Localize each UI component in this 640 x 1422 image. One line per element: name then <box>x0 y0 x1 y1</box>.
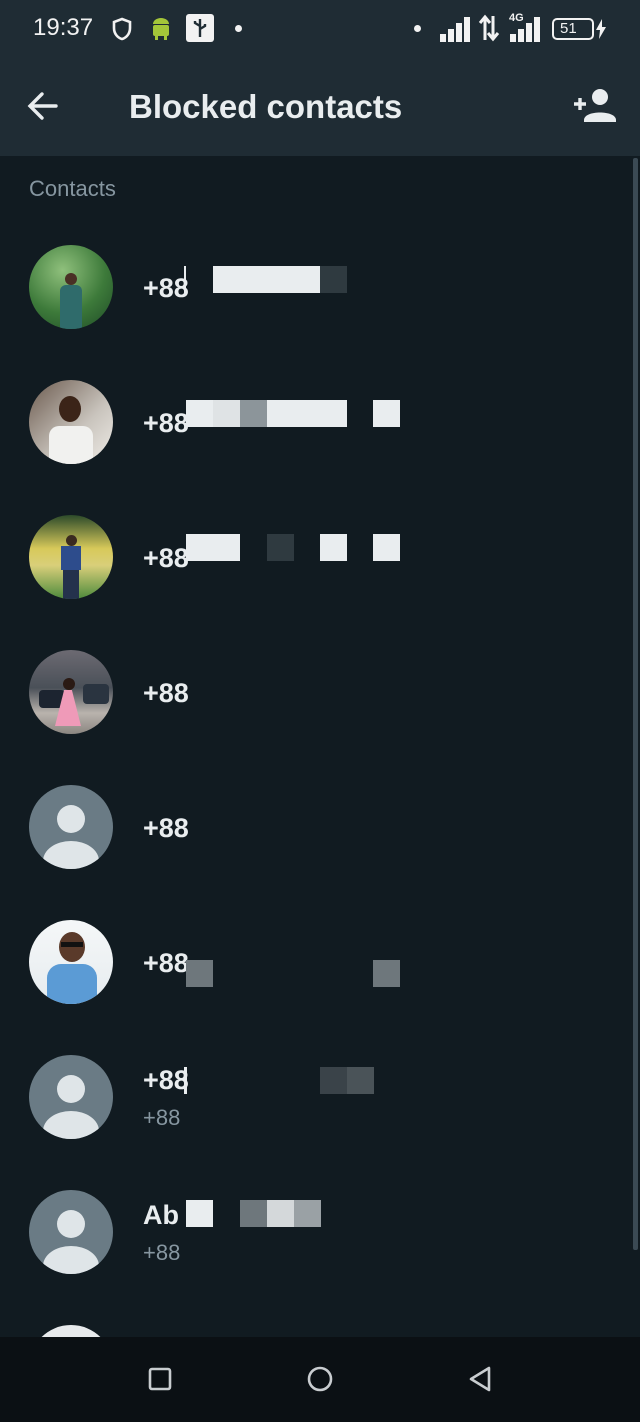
default-avatar-icon <box>29 1055 113 1139</box>
list-item[interactable]: +88 <box>0 353 630 488</box>
back-triangle-icon[interactable] <box>460 1359 500 1399</box>
avatar <box>29 650 113 734</box>
censored-block <box>184 1067 187 1094</box>
page-title: Blocked contacts <box>129 88 403 125</box>
scrollbar[interactable] <box>633 158 638 1250</box>
censored-block <box>186 534 240 561</box>
censored-block <box>240 400 267 427</box>
home-circle-icon[interactable] <box>300 1359 340 1399</box>
data-arrows-icon <box>478 14 500 42</box>
censored-block <box>213 400 240 427</box>
censored-block <box>373 400 400 427</box>
list-item[interactable]: Ab +88 <box>0 1163 630 1298</box>
contact-name: +88 <box>143 408 189 438</box>
add-contact-icon[interactable] <box>570 84 620 128</box>
avatar <box>29 380 113 464</box>
arrow-back-icon[interactable] <box>22 84 66 128</box>
list-item[interactable]: +88 <box>0 623 630 758</box>
censored-block <box>320 1067 347 1094</box>
contact-name: +88 <box>143 678 189 708</box>
avatar <box>29 245 113 329</box>
signal-icon <box>440 17 470 42</box>
censored-block <box>320 266 347 293</box>
contact-name: +88 <box>143 948 189 978</box>
contact-name: +88 <box>143 813 189 843</box>
censored-block <box>267 400 347 427</box>
censored-block <box>320 534 347 561</box>
censored-block <box>186 960 213 987</box>
censored-block <box>267 534 294 561</box>
censored-block <box>347 1067 374 1094</box>
contact-name: Ab <box>143 1200 179 1230</box>
app-bar: Blocked contacts <box>0 58 640 156</box>
avatar <box>29 920 113 1004</box>
android-icon <box>153 18 169 40</box>
list-item[interactable]: +88 <box>0 893 630 1028</box>
navigation-bar <box>0 1337 640 1422</box>
censored-block <box>186 1200 213 1227</box>
censored-block <box>240 1200 267 1227</box>
recents-square-icon[interactable] <box>140 1359 180 1399</box>
contact-subtitle: +88 <box>143 1105 181 1130</box>
avatar <box>29 515 113 599</box>
censored-block <box>373 534 400 561</box>
charging-icon <box>596 19 606 39</box>
censored-block <box>267 1200 294 1227</box>
contact-subtitle: +88 <box>143 1240 181 1265</box>
contact-name: +88 <box>143 273 189 303</box>
avatar <box>29 1325 113 1337</box>
list-item[interactable]: +88 <box>0 758 630 893</box>
status-time: 19:37 <box>33 14 94 41</box>
notification-dot <box>235 25 242 32</box>
contact-name: +88 <box>143 543 189 573</box>
list-item[interactable]: +88 <box>0 218 630 353</box>
censored-block <box>373 960 400 987</box>
censored-block <box>213 266 320 293</box>
shield-icon <box>112 17 132 41</box>
censored-block <box>186 400 213 427</box>
list-item[interactable]: +88 +88 <box>0 1028 630 1163</box>
censored-block <box>184 266 186 293</box>
usb-icon <box>186 14 214 42</box>
list-item[interactable]: +88 <box>0 488 630 623</box>
default-avatar-icon <box>29 785 113 869</box>
section-label: Contacts <box>29 176 116 201</box>
contact-name: +88 <box>143 1065 189 1095</box>
status-bar: 19:37 4G 51 <box>0 0 640 58</box>
battery-level: 51 <box>560 20 577 37</box>
signal-icon <box>510 17 540 42</box>
notification-dot <box>414 25 421 32</box>
censored-block <box>294 1200 321 1227</box>
default-avatar-icon <box>29 1190 113 1274</box>
